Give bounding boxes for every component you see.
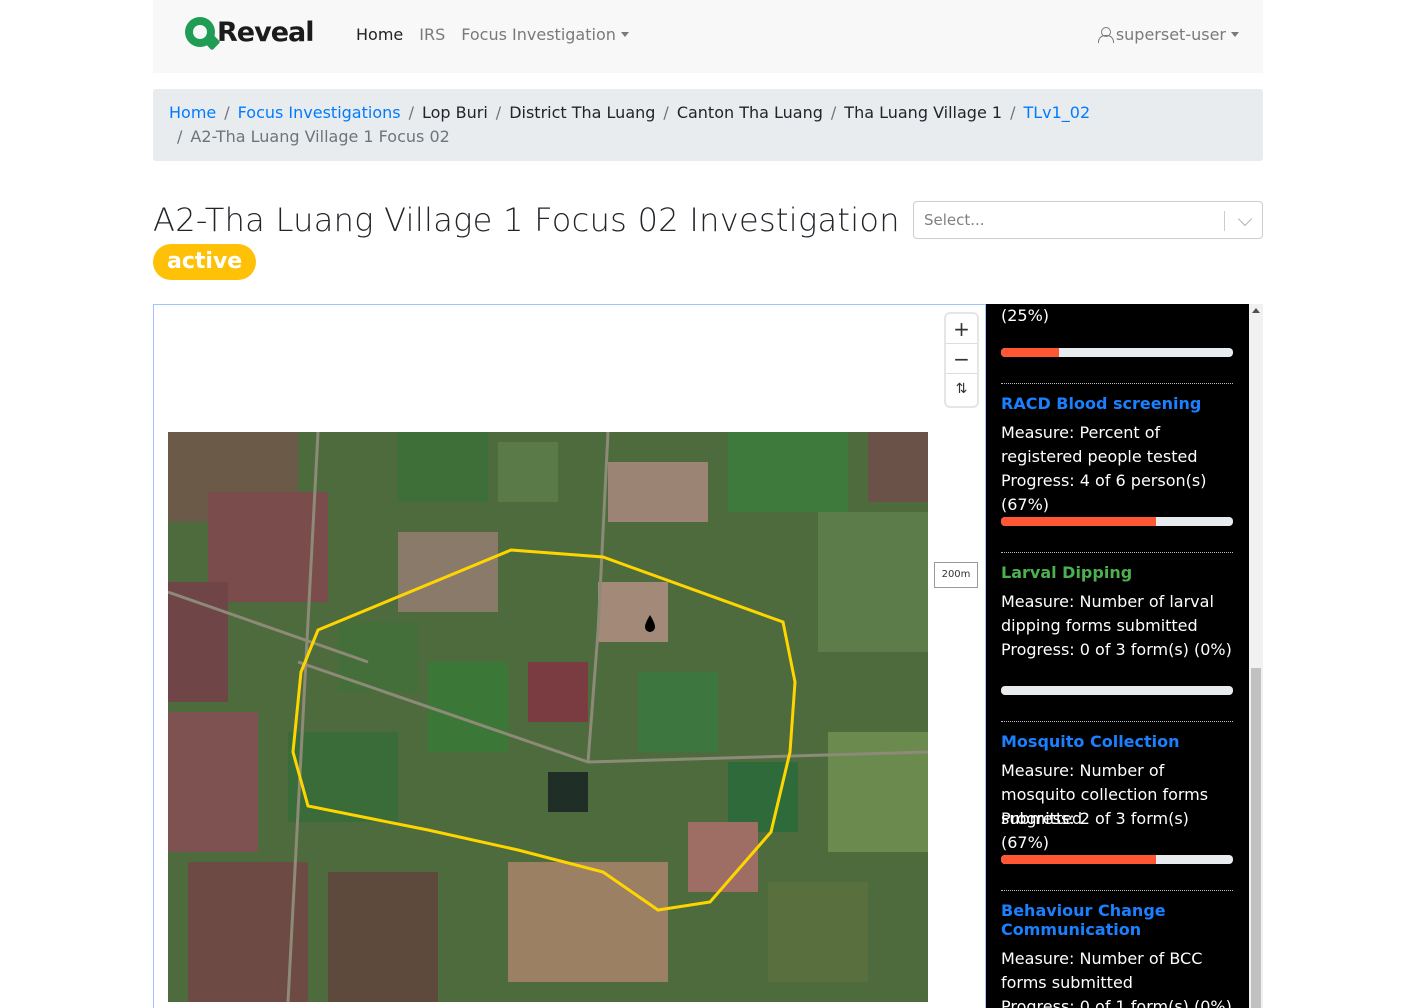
activity-measure: Measure: Number of BCC forms submitted — [1001, 949, 1203, 992]
divider — [1001, 721, 1233, 722]
divider — [1001, 383, 1233, 384]
brand-name: Reveal — [217, 16, 314, 48]
reveal-logo-icon — [185, 17, 215, 47]
progress-bar — [1001, 517, 1233, 526]
reset-north-button[interactable]: ⇅ — [946, 374, 977, 404]
nav-home[interactable]: Home — [348, 25, 411, 44]
caret-down-icon — [1231, 32, 1239, 37]
zoom-out-button[interactable]: − — [946, 344, 977, 374]
status-badge: active — [153, 244, 257, 280]
progress-fill — [1001, 348, 1059, 357]
scroll-thumb[interactable] — [1251, 668, 1261, 1008]
breadcrumb-current: A2-Tha Luang Village 1 Focus 02 — [190, 127, 450, 146]
reveal-logo[interactable]: Reveal — [185, 14, 314, 50]
activity-measure: Measure: Number of larval dipping forms … — [1001, 592, 1214, 635]
map-scale: 200m — [934, 562, 978, 588]
nav-focus-investigation[interactable]: Focus Investigation — [453, 25, 637, 44]
jurisdiction-select[interactable]: Select... — [913, 201, 1263, 239]
zoom-in-button[interactable]: + — [946, 314, 977, 344]
progress-fill — [1001, 517, 1157, 526]
divider — [1001, 890, 1233, 891]
nav-links: Home IRS Focus Investigation — [348, 25, 637, 44]
activity-title-mosquito-collection[interactable]: Mosquito Collection — [1001, 732, 1233, 751]
caret-down-icon — [620, 32, 629, 37]
breadcrumb-province: Lop Buri — [421, 103, 488, 122]
progress-bar — [1001, 348, 1233, 357]
activity-progress: Progress: 4 of 6 person(s) (67%) — [1001, 471, 1207, 514]
user-icon — [1097, 27, 1114, 43]
progress-bar — [1001, 855, 1233, 864]
satellite-imagery[interactable] — [168, 432, 928, 1002]
user-menu[interactable]: superset-user — [1097, 25, 1239, 44]
progress-bar — [1001, 686, 1233, 695]
progress-fill — [1001, 855, 1157, 864]
activity-title-bcc[interactable]: Behaviour Change Communication — [1001, 901, 1233, 939]
select-placeholder: Select... — [924, 211, 985, 229]
chevron-down-icon[interactable] — [1237, 211, 1253, 227]
breadcrumb-village: Tha Luang Village 1 — [844, 103, 1003, 122]
page-title: A2-Tha Luang Village 1 Focus 02 Investig… — [153, 201, 900, 239]
breadcrumb: Home / Focus Investigations / Lop Buri / Distr… — [153, 89, 1263, 161]
map-zoom-controls: + − ⇅ — [946, 314, 977, 406]
breadcrumb-district: District Tha Luang — [509, 103, 656, 122]
divider — [1001, 552, 1233, 553]
map[interactable]: + − ⇅ 200m — [153, 304, 986, 1008]
nav-focus-investigation-label: Focus Investigation — [461, 25, 616, 44]
select-separator — [1224, 211, 1225, 231]
user-name: superset-user — [1115, 25, 1226, 44]
activity-progress: Progress: 0 of 1 form(s) (0%) — [1001, 997, 1232, 1008]
breadcrumb-focus-area[interactable]: TLv1_02 — [1023, 103, 1090, 122]
scroll-up-arrow-icon[interactable] — [1252, 308, 1260, 313]
activity-title-larval-dipping[interactable]: Larval Dipping — [1001, 563, 1233, 582]
previous-activity-percent: (25%) — [1001, 306, 1050, 325]
nav-irs[interactable]: IRS — [411, 25, 453, 44]
breadcrumb-focus-investigations[interactable]: Focus Investigations — [238, 103, 401, 122]
activity-progress: Progress: 2 of 3 form(s) (67%) — [1001, 809, 1189, 852]
sidebar-scrollbar[interactable] — [1249, 304, 1263, 1008]
activity-title-racd[interactable]: RACD Blood screening — [1001, 394, 1233, 413]
navbar: Reveal Home IRS Focus Investigation supe… — [153, 0, 1263, 73]
breadcrumb-home[interactable]: Home — [169, 103, 216, 122]
activity-progress: Progress: 0 of 3 form(s) (0%) — [1001, 640, 1232, 659]
activity-sidebar[interactable]: (25%) RACD Blood screening Measure: Perc… — [986, 304, 1249, 1008]
activity-measure: Measure: Percent of registered people te… — [1001, 423, 1198, 466]
breadcrumb-canton: Canton Tha Luang — [676, 103, 823, 122]
